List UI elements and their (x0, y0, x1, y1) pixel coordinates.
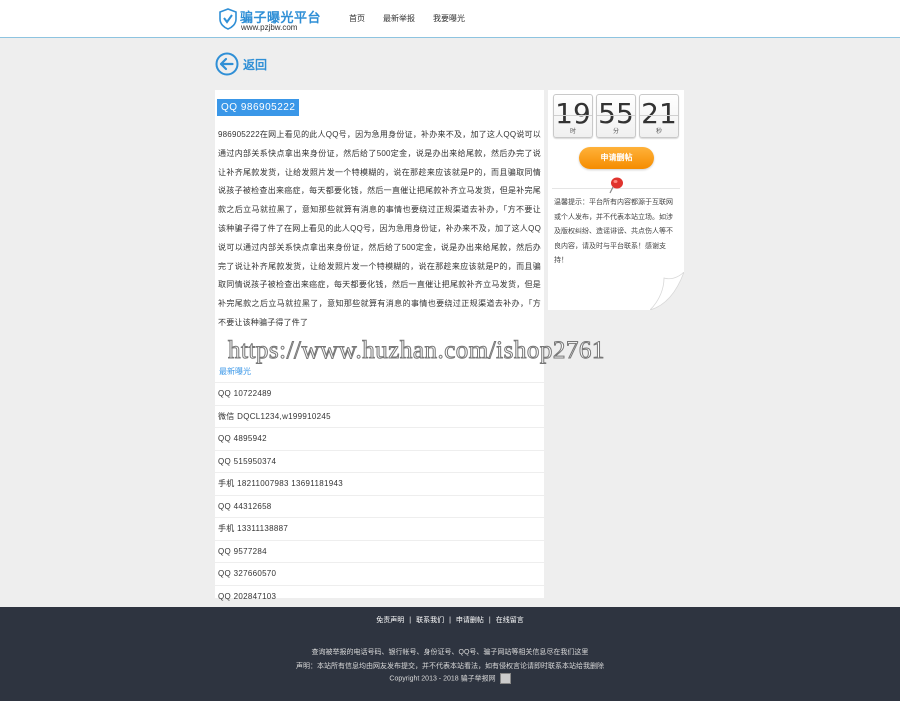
back-link[interactable]: 返回 (215, 52, 267, 76)
clock-seconds-unit: 秒 (655, 129, 662, 135)
apply-delete-button[interactable]: 申请删帖 (579, 147, 654, 169)
report-body: 986905222在网上看见的此人QQ号，因为急用身份证，补办来不及，加了这人Q… (218, 130, 541, 327)
list-item[interactable]: QQ 202847103 (215, 584, 544, 608)
countdown-clock: 19 时 55 分 21 秒 (553, 94, 679, 138)
side-panel: 19 时 55 分 21 秒 申请删帖 温馨提示：平台所有内容都源于互联网或个人… (548, 90, 684, 310)
logo-url: www.pzjbw.com (241, 23, 298, 32)
list-item[interactable]: QQ 9577284 (215, 539, 544, 563)
stats-badge-icon[interactable] (499, 673, 511, 684)
list-item[interactable]: QQ 515950374 (215, 449, 544, 473)
footer-separator: | (449, 617, 451, 624)
list-item[interactable]: QQ 44312658 (215, 494, 544, 518)
watermark-text: https://www.huzhan.com/ishop2761 (228, 337, 605, 365)
footer-link-message[interactable]: 在线留言 (496, 615, 524, 625)
back-arrow-icon (215, 52, 239, 76)
shield-icon (219, 8, 237, 30)
latest-list: QQ 10722489 微信 DQCL1234,w199910245 QQ 48… (215, 382, 544, 607)
site-logo[interactable]: 骗子曝光平台 www.pzjbw.com (219, 6, 321, 34)
back-label: 返回 (243, 57, 268, 72)
list-item[interactable]: QQ 327660570 (215, 562, 544, 585)
nav-home[interactable]: 首页 (349, 13, 365, 24)
footer-description: 查询被举报的电话号码、银行帐号、身份证号、QQ号、骗子网站等相关信息尽在我们这里 (311, 649, 589, 656)
pushpin-icon (609, 177, 623, 194)
footer-copyright: Copyright 2013 - 2018 骗子举报网 (0, 673, 900, 684)
footer-link-contact[interactable]: 联系我们 (416, 615, 444, 625)
footer-link-delete-request[interactable]: 申请删帖 (456, 615, 484, 625)
main-nav: 首页 最新举报 我要曝光 (349, 13, 465, 24)
site-header: 骗子曝光平台 www.pzjbw.com 首页 最新举报 我要曝光 (0, 0, 900, 38)
list-item[interactable]: 手机 18211007983 13691181943 (215, 472, 544, 495)
list-item[interactable]: 手机 13311138887 (215, 517, 544, 540)
footer-statement: 声明：本站所有信息均由网友发布提交，并不代表本站看法，如有侵权言论请即时联系本站… (296, 663, 604, 670)
nav-latest-reports[interactable]: 最新举报 (383, 13, 415, 24)
footer-link-disclaimer[interactable]: 免责声明 (376, 615, 404, 625)
clock-hours: 19 时 (553, 94, 593, 138)
list-item[interactable]: 微信 DQCL1234,w199910245 (215, 404, 544, 428)
footer-links: 免责声明 | 联系我们 | 申请删帖 | 在线留言 (0, 615, 900, 625)
clock-minutes-unit: 分 (612, 129, 619, 135)
list-item[interactable]: QQ 10722489 (215, 382, 544, 405)
latest-list-title: 最新曝光 (219, 367, 251, 376)
list-item[interactable]: QQ 4895942 (215, 427, 544, 450)
report-title: QQ 986905222 (217, 99, 300, 116)
site-footer: 免责声明 | 联系我们 | 申请删帖 | 在线留言 查询被举报的电话号码、银行帐号、身份证号… (0, 607, 900, 701)
clock-hours-unit: 时 (569, 129, 576, 135)
nav-expose[interactable]: 我要曝光 (433, 13, 465, 24)
page-curl-icon (650, 272, 684, 310)
copyright-text: Copyright 2013 - 2018 骗子举报网 (389, 675, 496, 683)
clock-minutes: 55 分 (596, 94, 636, 138)
disclaimer-note: 温馨提示：平台所有内容都源于互联网或个人发布，并不代表本站立场。如涉及版权纠纷、… (554, 199, 673, 264)
clock-seconds: 21 秒 (639, 94, 679, 138)
footer-separator: | (488, 617, 491, 624)
footer-separator: | (409, 617, 412, 624)
